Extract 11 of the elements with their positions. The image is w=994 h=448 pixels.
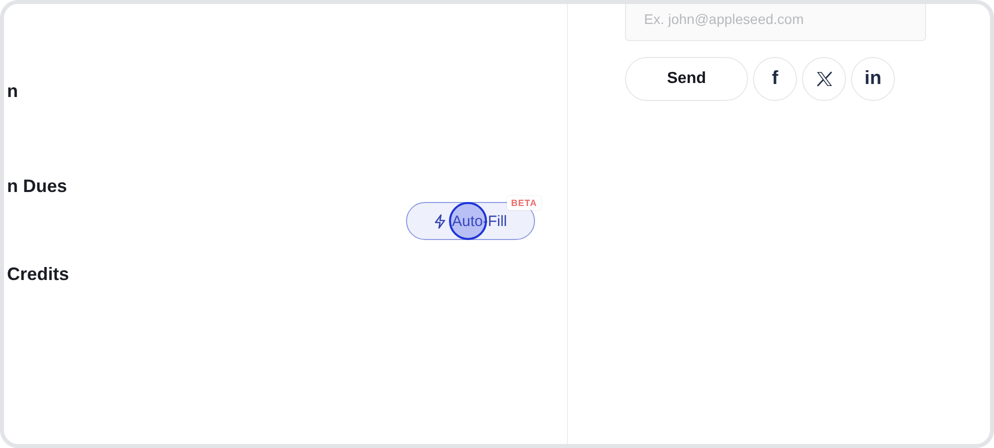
row-label: n Dues [7, 175, 68, 197]
linkedin-button[interactable]: in [851, 57, 895, 101]
lightning-icon [434, 214, 446, 228]
row-label: Credits [7, 263, 70, 285]
facebook-button[interactable]: f [753, 57, 797, 101]
x-button[interactable] [802, 57, 846, 101]
email-field[interactable]: Ex. john@appleseed.com [625, 4, 926, 41]
x-logo-icon [816, 71, 832, 87]
beta-badge: BETA [507, 196, 541, 210]
row-label: n [7, 80, 18, 102]
send-button[interactable]: Send [625, 57, 748, 101]
